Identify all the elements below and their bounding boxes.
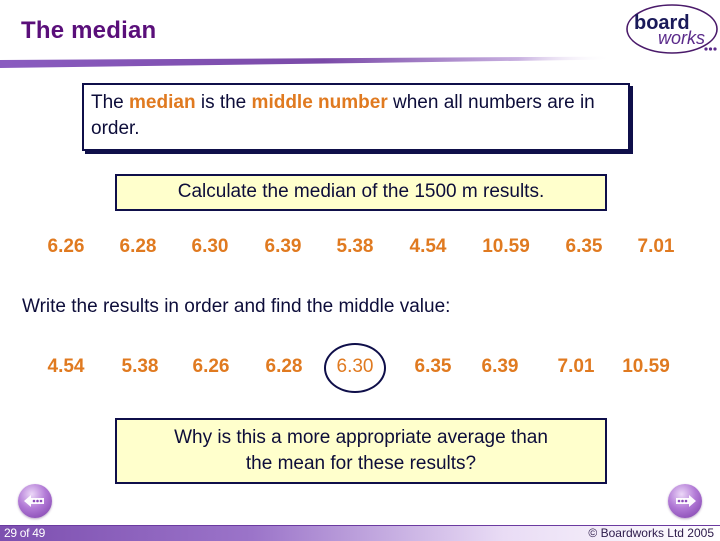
result-value: 6.30 — [191, 236, 229, 257]
question-line: Why is this a more appropriate average t… — [174, 427, 548, 448]
page-indicator: 29 of 49 — [4, 526, 45, 540]
forward-arrow-icon — [676, 495, 696, 507]
ordered-value: 6.26 — [192, 356, 230, 377]
result-value: 6.28 — [119, 236, 157, 257]
logo-text-works: works — [658, 28, 705, 48]
ordered-value: 10.59 — [622, 356, 670, 377]
highlight-median: median — [129, 92, 196, 113]
definition-text: The — [91, 92, 130, 113]
question-line: the mean for these results? — [245, 453, 477, 474]
question-box: Why is this a more appropriate average t… — [115, 418, 607, 484]
ordered-value: 6.28 — [265, 356, 303, 377]
result-value: 7.01 — [637, 236, 675, 257]
ordered-value: 4.54 — [47, 356, 85, 377]
result-value: 6.39 — [264, 236, 302, 257]
ordered-value: 6.39 — [481, 356, 519, 377]
result-value: 10.59 — [482, 236, 530, 257]
ordered-value: 5.38 — [121, 356, 159, 377]
ordered-value: 7.01 — [557, 356, 595, 377]
result-value: 6.26 — [47, 236, 85, 257]
result-value: 6.35 — [565, 236, 603, 257]
instruction-text: Write the results in order and find the … — [22, 296, 451, 317]
highlight-middle-number: middle number — [251, 92, 388, 113]
slide-title: The median — [21, 17, 157, 44]
task-box: Calculate the median of the 1500 m resul… — [115, 174, 607, 211]
ordered-value: 6.35 — [414, 356, 452, 377]
result-value: 5.38 — [336, 236, 374, 257]
title-underline — [0, 56, 720, 68]
result-value: 4.54 — [409, 236, 447, 257]
boardworks-logo: board works — [626, 4, 718, 54]
previous-slide-button[interactable] — [18, 484, 52, 518]
next-slide-button[interactable] — [668, 484, 702, 518]
definition-box: The median is the middle number when all… — [82, 83, 630, 151]
median-circle — [324, 343, 386, 393]
footer-bar: 29 of 49 © Boardworks Ltd 2005 — [0, 525, 720, 541]
definition-text: is the — [195, 92, 252, 113]
back-arrow-icon — [24, 495, 44, 507]
unordered-results: 6.26 6.28 6.30 6.39 5.38 4.54 10.59 6.35… — [0, 236, 720, 266]
copyright: © Boardworks Ltd 2005 — [588, 526, 714, 540]
